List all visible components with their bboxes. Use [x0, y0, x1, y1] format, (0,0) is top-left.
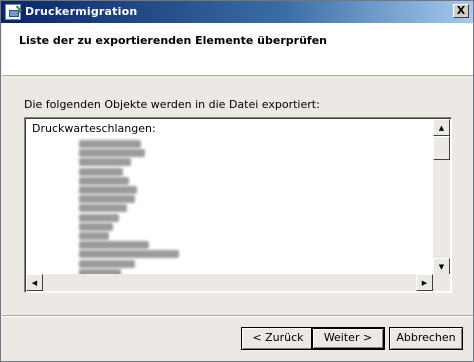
back-button[interactable]: < Zurück [241, 327, 315, 350]
redacted-queue-item [79, 259, 135, 268]
redacted-queue-item [79, 149, 145, 158]
print-queues-heading: Druckwarteschlangen: [32, 122, 156, 135]
redacted-queue-item [79, 232, 109, 240]
list-content: Druckwarteschlangen: [27, 120, 436, 275]
redacted-queue-item [79, 186, 137, 194]
redacted-queue-item [79, 250, 179, 259]
wizard-header: Liste der zu exportierenden Elemente übe… [2, 23, 473, 76]
right-arrow-icon[interactable]: ▶ [416, 274, 433, 291]
redacted-queue-item [79, 241, 149, 250]
redacted-queue-item [79, 167, 123, 176]
redacted-queue-item [79, 176, 129, 185]
left-arrow-icon[interactable]: ◀ [26, 274, 43, 291]
page-title: Liste der zu exportierenden Elemente übe… [19, 34, 327, 47]
vertical-scroll-thumb[interactable] [433, 136, 450, 160]
next-button[interactable]: Weiter > [311, 327, 385, 350]
cancel-button[interactable]: Abbrechen [389, 327, 463, 350]
redacted-queue-item [79, 158, 131, 167]
redacted-queue-item [79, 195, 135, 204]
printer-migration-window: Druckermigration X Liste der zu exportie… [0, 0, 474, 362]
title-bar[interactable]: Druckermigration X [1, 1, 473, 23]
horizontal-scrollbar[interactable]: ◀ ▶ [26, 274, 433, 291]
redacted-queue-item [79, 204, 127, 213]
redacted-queue-item [79, 222, 113, 231]
up-arrow-icon[interactable]: ▲ [433, 119, 450, 136]
button-divider [2, 315, 473, 317]
redacted-queue-item [79, 140, 141, 148]
window-title: Druckermigration [25, 5, 138, 18]
export-description: Die folgenden Objekte werden in die Date… [24, 98, 320, 111]
close-button[interactable]: X [453, 4, 469, 18]
down-arrow-icon[interactable]: ▼ [433, 258, 450, 275]
export-items-list[interactable]: Druckwarteschlangen: ▲ ▼ ◀ ▶ [24, 117, 452, 293]
redacted-queue-item [79, 213, 119, 222]
printer-migration-icon [5, 4, 21, 20]
scroll-corner [433, 274, 450, 291]
vertical-scrollbar[interactable]: ▲ ▼ [433, 119, 450, 275]
